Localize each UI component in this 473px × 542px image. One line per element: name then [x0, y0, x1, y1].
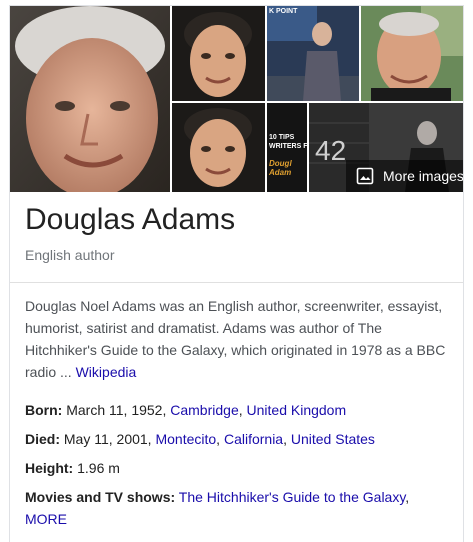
number-overlay: 42	[315, 135, 347, 166]
more-images-label: More images	[383, 168, 464, 184]
book-text-line-3: Dougl	[269, 159, 292, 168]
height-label: Height:	[25, 460, 74, 476]
thumbnail-photo-4[interactable]	[172, 103, 265, 192]
died-place-link-2[interactable]: California	[224, 431, 283, 447]
fact-died: Died: May 11, 2001, Montecito, Californi…	[25, 428, 455, 450]
height-value: 1.96 m	[73, 460, 120, 476]
fact-movies: Movies and TV shows: The Hitchhiker's Gu…	[25, 486, 455, 530]
more-images-button[interactable]: More images	[346, 160, 464, 192]
born-place-link-2[interactable]: United Kingdom	[247, 402, 347, 418]
died-place-link-1[interactable]: Montecito	[155, 431, 216, 447]
died-label: Died:	[25, 431, 60, 447]
born-date: March 11, 1952,	[62, 402, 171, 418]
entity-title: Douglas Adams	[25, 203, 236, 236]
image-icon	[356, 167, 374, 185]
knowledge-panel: K POINT 10 TIPS WRITERS F Dougl Adam 42 …	[9, 5, 464, 542]
book-text-line-2: WRITERS F	[269, 143, 307, 150]
movies-label: Movies and TV shows:	[25, 489, 176, 505]
movies-more-link[interactable]: MORE	[25, 511, 67, 527]
died-separator-1: ,	[216, 431, 224, 447]
died-separator-2: ,	[283, 431, 291, 447]
book-text-line-1: 10 TIPS	[269, 134, 295, 141]
died-place-link-3[interactable]: United States	[291, 431, 375, 447]
thumbnail-book-cover[interactable]: 10 TIPS WRITERS F Dougl Adam	[267, 103, 307, 192]
thumbnail-photo-1[interactable]	[172, 6, 265, 101]
thumbnail-photo-3[interactable]	[361, 6, 463, 101]
thumbnail-photo-2[interactable]: K POINT	[267, 6, 359, 101]
image-gallery: K POINT 10 TIPS WRITERS F Dougl Adam 42 …	[10, 6, 464, 192]
fact-born: Born: March 11, 1952, Cambridge, United …	[25, 399, 455, 421]
entity-description: Douglas Noel Adams was an English author…	[25, 295, 455, 383]
wikipedia-link[interactable]: Wikipedia	[76, 364, 137, 380]
movie-link-hitchhikers[interactable]: The Hitchhiker's Guide to the Galaxy	[179, 489, 406, 505]
poster-text: K POINT	[269, 8, 298, 15]
main-photo[interactable]	[10, 6, 170, 192]
died-date: May 11, 2001,	[60, 431, 156, 447]
born-place-link-1[interactable]: Cambridge	[170, 402, 238, 418]
born-separator: ,	[238, 402, 247, 418]
book-text-line-4: Adam	[269, 168, 292, 177]
movies-comma: ,	[405, 489, 410, 505]
born-label: Born:	[25, 402, 63, 418]
entity-subtitle: English author	[25, 247, 115, 263]
fact-height: Height: 1.96 m	[25, 457, 455, 479]
divider	[10, 282, 463, 283]
